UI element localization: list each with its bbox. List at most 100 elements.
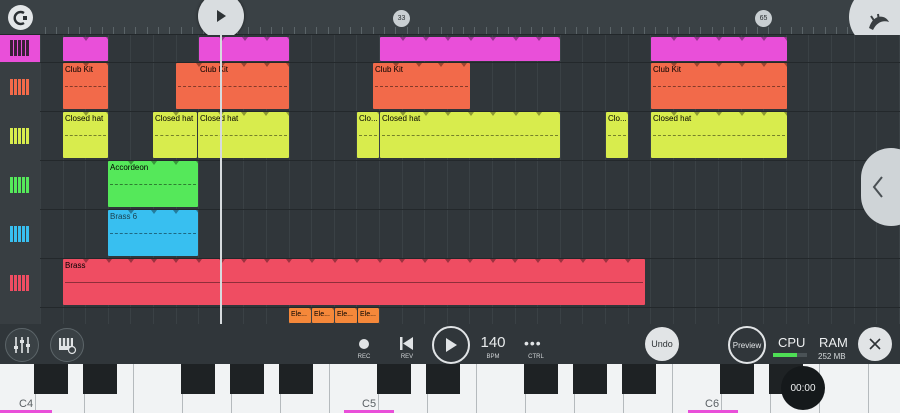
piano-white-key[interactable] <box>820 364 869 413</box>
piano-icon[interactable] <box>10 79 30 95</box>
ruler-tick <box>451 27 453 34</box>
pattern-clip-brass6[interactable]: Brass 6 <box>108 210 198 256</box>
ruler-tick <box>745 27 747 34</box>
ruler-tick <box>598 27 600 34</box>
playlist-area[interactable]: Club Kit Club Kit Club Kit Club Kit Clos… <box>0 35 900 324</box>
piano-black-key[interactable] <box>83 364 117 394</box>
close-icon <box>869 338 881 350</box>
pattern-clip-closed-hat[interactable]: Closed hat <box>651 112 787 158</box>
pattern-clip[interactable] <box>199 37 289 61</box>
ruler-tick <box>67 27 69 34</box>
bpm-label: BPM <box>486 354 500 360</box>
piano-keyboard[interactable]: C4 C5 C6 <box>0 364 900 413</box>
ruler-tick <box>350 27 352 34</box>
pattern-marker[interactable]: 65 <box>755 10 772 27</box>
pattern-clip-closed-hat[interactable]: Closed hat <box>63 112 108 158</box>
pattern-clip-ele[interactable]: Ele... <box>335 308 357 323</box>
pattern-clip[interactable] <box>380 37 560 61</box>
ruler-tick <box>395 27 397 34</box>
piano-white-key[interactable] <box>134 364 183 413</box>
ruler-tick <box>45 27 46 34</box>
ruler-tick <box>474 27 476 34</box>
ruler-tick <box>519 27 521 34</box>
pattern-clip-closed-hat[interactable]: Clo... <box>606 112 628 158</box>
ruler-tick <box>282 27 284 34</box>
piano-black-key[interactable] <box>426 364 460 394</box>
ruler-tick <box>836 27 837 34</box>
pattern-clip-closed-hat[interactable]: Clo... <box>357 112 379 158</box>
timeline-ruler[interactable]: 33 65 <box>0 0 900 35</box>
piano-black-key[interactable] <box>230 364 264 394</box>
ruler-tick <box>327 27 329 34</box>
piano-black-key[interactable] <box>279 364 313 394</box>
pattern-marker[interactable]: 33 <box>393 10 410 27</box>
grid-line <box>853 35 855 324</box>
piano-icon[interactable] <box>10 40 30 56</box>
play-icon <box>446 338 457 352</box>
side-panel-toggle[interactable] <box>861 148 900 226</box>
clip-label: Clo... <box>359 114 378 123</box>
ruler-tick <box>293 27 295 34</box>
fruit-icon <box>869 13 889 30</box>
piano-white-key[interactable] <box>477 364 526 413</box>
ruler-tick <box>756 27 758 34</box>
pattern-clip-brass[interactable]: Brass <box>63 259 645 305</box>
pattern-clip-ele[interactable]: Ele... <box>358 308 379 323</box>
piano-icon[interactable] <box>10 128 30 144</box>
record-button[interactable] <box>359 339 369 349</box>
ruler-tick <box>655 27 657 34</box>
skip-back-icon <box>400 337 413 350</box>
track-header-column <box>0 35 40 324</box>
piano-black-key[interactable] <box>524 364 558 394</box>
time-display[interactable]: 00:00 <box>781 366 825 410</box>
pattern-clip-club-kit[interactable]: Club Kit <box>63 63 108 109</box>
pattern-clip[interactable] <box>63 37 108 61</box>
rec-label: REC <box>357 354 371 360</box>
pattern-clip-ele[interactable]: Ele... <box>312 308 334 323</box>
reverse-button[interactable] <box>400 337 414 355</box>
tempo-value[interactable]: 140 <box>478 334 508 351</box>
ruler-tick <box>508 27 510 34</box>
play-button[interactable] <box>432 326 470 364</box>
octave-label: C5 <box>362 398 377 410</box>
pattern-clip-closed-hat[interactable]: Closed hat <box>153 112 197 158</box>
mixer-icon <box>14 337 30 353</box>
rev-label: REV <box>400 354 414 360</box>
channel-rack-button[interactable] <box>50 328 84 362</box>
ruler-tick <box>78 27 80 34</box>
preview-button[interactable]: Preview <box>728 326 766 364</box>
pattern-clip-club-kit[interactable]: Club Kit <box>373 63 470 109</box>
piano-black-key[interactable] <box>34 364 68 394</box>
piano-black-key[interactable] <box>181 364 215 394</box>
close-button[interactable] <box>858 327 892 361</box>
mixer-button[interactable] <box>5 328 39 362</box>
pattern-clip-closed-hat[interactable]: Closed hat <box>380 112 560 158</box>
clip-label: Clo... <box>608 114 627 123</box>
octave-label: C6 <box>705 398 720 410</box>
more-icon[interactable]: ••• <box>524 336 542 350</box>
pattern-clip-closed-hat[interactable]: Closed hat <box>198 112 289 158</box>
transport-bar: REC REV 140 BPM ••• CTRL Undo Preview CP… <box>0 324 900 364</box>
ruler-tick <box>530 27 532 34</box>
pattern-clip-ele[interactable]: Ele... <box>289 308 311 323</box>
piano-white-key[interactable] <box>869 364 900 413</box>
pattern-clip[interactable] <box>651 37 787 61</box>
pattern-clip-club-kit[interactable]: Club Kit <box>176 63 289 109</box>
app-menu-button[interactable] <box>8 5 33 30</box>
cpu-label: CPU <box>778 335 806 350</box>
piano-icon[interactable] <box>10 275 30 291</box>
pattern-clip-accordeon[interactable]: Accordeon <box>108 161 198 207</box>
preview-label: Preview <box>732 340 762 350</box>
piano-black-key[interactable] <box>720 364 754 394</box>
playback-position-line[interactable] <box>220 34 222 324</box>
piano-black-key[interactable] <box>573 364 607 394</box>
pattern-clip-club-kit[interactable]: Club Kit <box>651 63 787 109</box>
ruler-tick <box>497 27 498 34</box>
piano-icon[interactable] <box>10 177 30 193</box>
piano-icon[interactable] <box>10 226 30 242</box>
clip-label: Ele... <box>337 311 353 318</box>
piano-black-key[interactable] <box>377 364 411 394</box>
ruler-tick <box>790 27 792 34</box>
undo-button[interactable]: Undo <box>645 327 679 361</box>
piano-black-key[interactable] <box>622 364 656 394</box>
